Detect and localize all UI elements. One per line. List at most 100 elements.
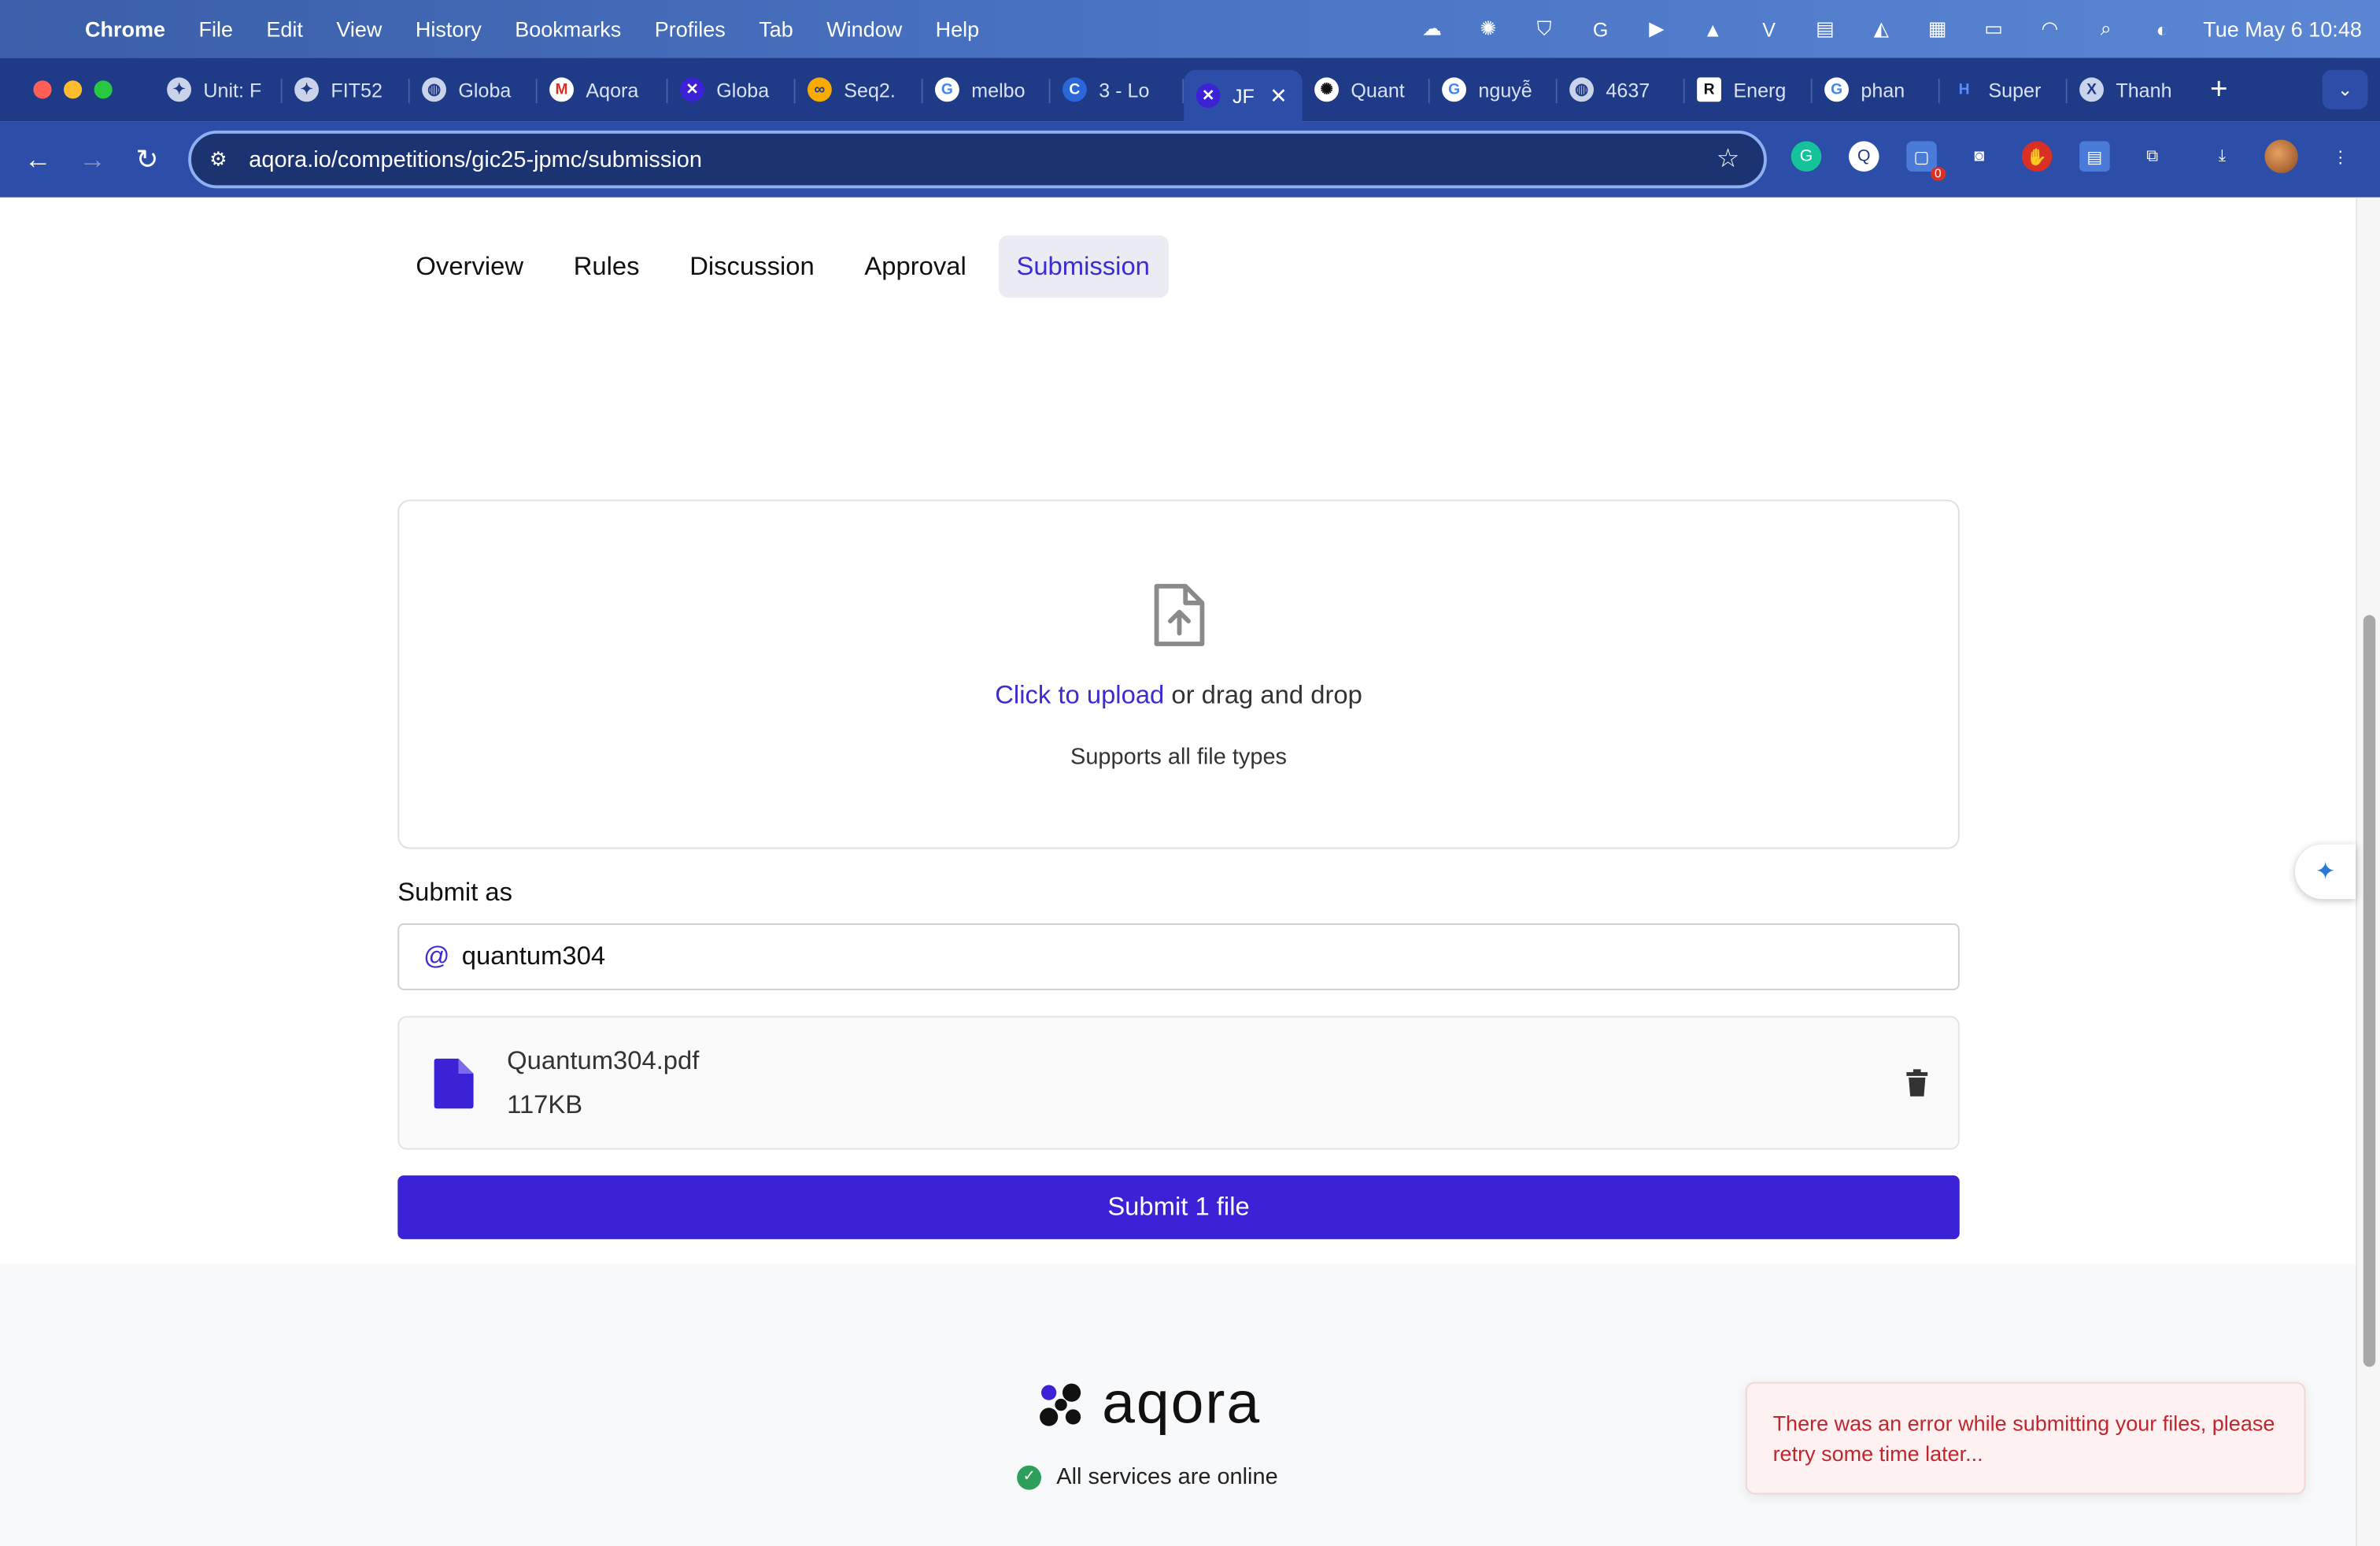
browser-tab[interactable]: C 3 - Lo [1051, 67, 1184, 113]
browser-tab[interactable]: ✦ Unit: F [155, 67, 283, 113]
tab-favicon-icon: C [1062, 77, 1087, 102]
extension-icon[interactable]: Q [1848, 141, 1879, 172]
brand-wordmark: aqora [1102, 1371, 1262, 1437]
pdf-icon[interactable]: ▤ [1810, 17, 1841, 41]
browser-tab[interactable]: ◍ 4637 [1558, 67, 1685, 113]
tab-favicon-icon: X [2079, 77, 2104, 102]
chrome-menu-icon[interactable]: ⋮ [2326, 141, 2356, 172]
gmail-icon: M [549, 77, 574, 102]
google-icon: G [934, 77, 959, 102]
browser-tab[interactable]: R Energ [1685, 67, 1813, 113]
new-tab-button[interactable]: + [2210, 72, 2228, 107]
tab-discussion[interactable]: Discussion [671, 235, 833, 298]
macos-menubar: Chrome File Edit View History Bookmarks … [0, 0, 2380, 58]
upload-dropzone[interactable]: Click to upload or drag and drop Support… [397, 499, 1960, 849]
browser-tab-active[interactable]: ✕ JF ✕ [1184, 69, 1303, 122]
tab-submission[interactable]: Submission [998, 235, 1169, 298]
screen: Chrome File Edit View History Bookmarks … [0, 0, 2380, 1546]
tab-rules[interactable]: Rules [556, 235, 658, 298]
docs-icon[interactable]: ▤ [2079, 141, 2110, 172]
floating-assistant-icon[interactable]: ✦ [2294, 844, 2356, 900]
battery-icon[interactable]: ▭ [1979, 17, 2009, 41]
file-upload-icon [1154, 583, 1205, 646]
puzzle-icon[interactable]: ⧉ [2137, 141, 2168, 172]
browser-tab[interactable]: ✺ Quant [1303, 67, 1430, 113]
wifi-icon[interactable]: ◠ [2034, 17, 2065, 41]
camera-icon[interactable]: ◙ [1964, 141, 1995, 172]
tab-favicon-icon: H [1958, 81, 1970, 98]
close-tab-icon[interactable]: ✕ [1269, 83, 1288, 109]
v-icon[interactable]: V [1754, 17, 1784, 41]
click-to-upload-link[interactable]: Click to upload [995, 680, 1164, 709]
maximize-window-button[interactable] [94, 80, 113, 99]
menu-app-name[interactable]: Chrome [85, 17, 165, 41]
error-toast[interactable]: There was an error while submitting your… [1745, 1381, 2306, 1495]
back-button[interactable]: ← [21, 143, 54, 176]
browser-tab[interactable]: Gmelbo [923, 67, 1051, 113]
menubar-clock[interactable]: Tue May 6 10:48 [2203, 17, 2362, 41]
spotlight-search-icon[interactable]: ⌕ [2091, 17, 2122, 41]
tab-search-button[interactable]: ⌄ [2322, 69, 2368, 109]
grammarly-icon[interactable]: G [1585, 17, 1616, 41]
service-status[interactable]: ✓ All services are online [1017, 1464, 1278, 1490]
google-icon: G [1442, 77, 1466, 102]
menu-edit[interactable]: Edit [266, 17, 303, 41]
menu-help[interactable]: Help [936, 17, 980, 41]
shield-icon[interactable]: ⛉ [1529, 17, 1560, 41]
stop-hand-icon[interactable]: ✋ [2021, 141, 2053, 172]
download-icon[interactable]: ⤓ [2207, 141, 2238, 172]
menu-history[interactable]: History [416, 17, 482, 41]
tab-title: JF [1232, 84, 1255, 108]
megaphone-icon[interactable]: ◭ [1866, 17, 1897, 41]
submit-as-label: Submit as [397, 878, 513, 907]
aqora-logo[interactable]: aqora [1038, 1371, 1261, 1438]
menu-file[interactable]: File [198, 17, 233, 41]
menu-window[interactable]: Window [826, 17, 902, 41]
competition-nav: Overview Rules Discussion Approval Submi… [397, 235, 1181, 298]
tab-title: melbo [971, 78, 1026, 102]
browser-tab[interactable]: H Super [1940, 67, 2068, 113]
username-value[interactable]: quantum304 [462, 941, 605, 972]
submit-button[interactable]: Submit 1 file [397, 1175, 1960, 1240]
tab-title: Quant [1351, 78, 1405, 102]
browser-tab[interactable]: ◍ Globa [410, 67, 538, 113]
reload-button[interactable]: ↻ [131, 143, 164, 176]
grammarly-icon[interactable]: G [1791, 141, 1822, 172]
tab-title: Unit: F [203, 78, 262, 102]
tab-approval[interactable]: Approval [846, 235, 985, 298]
close-window-button[interactable] [33, 80, 52, 99]
browser-tab[interactable]: Gnguyễ [1430, 67, 1558, 113]
tab-overview[interactable]: Overview [397, 235, 541, 298]
extension-icon[interactable]: ▢ 0 [1906, 141, 1946, 181]
trash-icon[interactable] [1906, 1069, 1928, 1097]
profile-avatar[interactable] [2264, 139, 2298, 173]
address-bar[interactable]: ⚙ aqora.io/competitions/gic25-jpmc/submi… [188, 130, 1767, 189]
menu-profiles[interactable]: Profiles [655, 17, 726, 41]
keyboard-icon[interactable]: ▦ [1922, 17, 1953, 41]
browser-tab[interactable]: Gphan [1813, 67, 1940, 113]
browser-tab[interactable]: M Aqora [538, 67, 668, 113]
bookmark-star-icon[interactable]: ☆ [1717, 144, 1739, 175]
drive-icon[interactable]: ▲ [1698, 17, 1728, 41]
aqora-icon: ✕ [1196, 83, 1221, 108]
url-text[interactable]: aqora.io/competitions/gic25-jpmc/submiss… [249, 146, 702, 172]
browser-tab[interactable]: ✕ Globa [668, 67, 796, 113]
browser-tab[interactable]: ✦ FIT52 [283, 67, 410, 113]
site-info-icon[interactable]: ⚙ [209, 147, 234, 172]
cloud-icon[interactable]: ☁ [1417, 17, 1447, 41]
menu-view[interactable]: View [336, 17, 382, 41]
document-icon [434, 1058, 474, 1109]
browser-tab[interactable]: X Thanh [2068, 67, 2195, 113]
minimize-window-button[interactable] [63, 80, 83, 99]
scrollbar-thumb[interactable] [2363, 615, 2376, 1367]
browser-tab[interactable]: ∞ Seq2. [796, 67, 923, 113]
submit-as-field[interactable]: @ quantum304 [397, 923, 1960, 990]
forward-button[interactable]: → [76, 143, 109, 176]
supported-types-text: Supports all file types [1070, 744, 1288, 771]
play-icon[interactable]: ▶ [1642, 17, 1672, 41]
menu-bookmarks[interactable]: Bookmarks [515, 17, 621, 41]
menu-tab[interactable]: Tab [759, 17, 793, 41]
control-center-icon[interactable]: ◐ [2147, 17, 2178, 41]
page-scrollbar[interactable] [2356, 197, 2380, 1546]
chatgpt-icon[interactable]: ✺ [1473, 17, 1504, 41]
